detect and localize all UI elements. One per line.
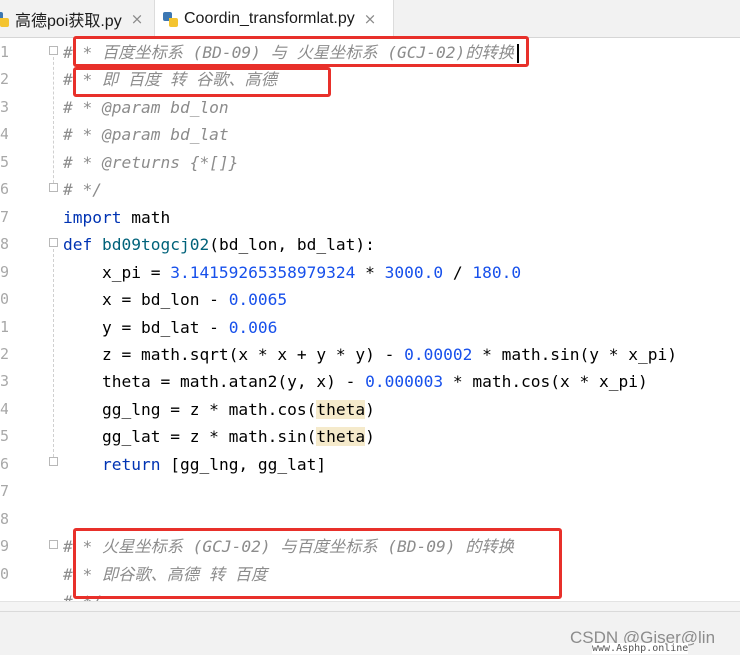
close-icon[interactable]: × [131, 10, 144, 28]
code-line-15: gg_lat = z * math.sin(theta) [63, 427, 375, 447]
code-line-8: def bd09togcj02(bd_lon, bd_lat): [63, 235, 375, 255]
code-line-7: import math [63, 207, 171, 227]
code-line-4: # * @param bd_lat [63, 125, 229, 145]
tab-label: 高德poi获取.py [15, 13, 122, 30]
code-line-9: x_pi = 3.14159265358979324 * 3000.0 / 18… [63, 262, 522, 282]
python-file-icon [0, 11, 9, 27]
code-line-16: return [gg_lng, gg_lat] [101, 454, 327, 474]
annotation-box-second-func [73, 528, 562, 599]
code-line-6: # */ [63, 180, 102, 200]
code-line-11: y = bd_lat - 0.006 [63, 317, 278, 337]
annotation-box-subtitle [73, 67, 331, 97]
code-line-5: # * @returns {*[]} [63, 152, 239, 172]
tab-gaode-poi[interactable]: 高德poi获取.py × [0, 0, 153, 38]
close-icon[interactable]: × [364, 10, 377, 28]
code-line-12: z = math.sqrt(x * x + y * y) - 0.00002 *… [63, 344, 678, 364]
code-line-3: # * @param bd_lon [63, 97, 229, 117]
python-file-icon [163, 11, 178, 27]
editor-tab-bar: 高德poi获取.py × Coordin_transformlat.py × [0, 0, 740, 39]
code-line-13: theta = math.atan2(y, x) - 0.000003 * ma… [63, 372, 648, 392]
site-watermark: www.Asphp.online [592, 643, 689, 654]
code-line-10: x = bd_lon - 0.0065 [63, 290, 288, 310]
code-editor[interactable]: # * 百度坐标系 (BD-09) 与 火星坐标系 (GCJ-02)的转换 # … [0, 39, 740, 601]
tab-label: Coordin_transformlat.py [184, 10, 355, 27]
annotation-box-title [73, 36, 529, 67]
tab-coordin-transformlat[interactable]: Coordin_transformlat.py × [154, 0, 394, 39]
code-line-14: gg_lng = z * math.cos(theta) [63, 399, 375, 419]
